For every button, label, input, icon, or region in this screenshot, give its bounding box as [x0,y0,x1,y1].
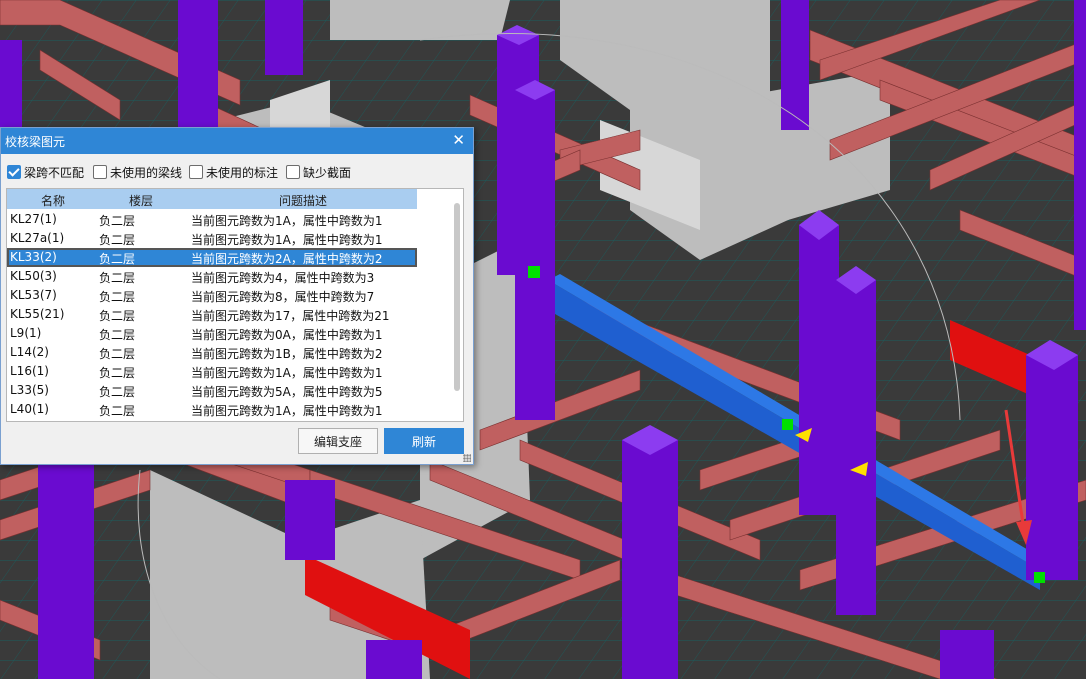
list-row[interactable]: L14(2) 负二层 当前图元跨数为1B，属性中跨数为2 [7,343,417,362]
row-floor: 负二层 [99,309,136,323]
option-label: 未使用的标注 [206,166,279,180]
row-description: 当前图元跨数为17，属性中跨数为21 [191,309,390,323]
row-name: KL33(2) [10,250,57,264]
list-header: 名称 楼层 问题描述 [7,189,417,209]
column-header-floor[interactable]: 楼层 [129,192,153,209]
row-name: KL53(7) [10,288,57,302]
row-floor: 负二层 [99,271,136,285]
list-row[interactable]: KL53(7) 负二层 当前图元跨数为8，属性中跨数为7 [7,286,417,305]
checkbox-missing-section[interactable] [286,165,300,179]
row-description: 当前图元跨数为4，属性中跨数为3 [191,271,375,285]
refresh-button[interactable]: 刷新 [384,428,464,454]
list-row[interactable]: KL27a(1) 负二层 当前图元跨数为1A，属性中跨数为1 [7,229,417,248]
row-description: 当前图元跨数为0A，属性中跨数为1 [191,328,383,342]
row-description: 当前图元跨数为1B，属性中跨数为2 [191,347,383,361]
row-description: 当前图元跨数为1A，属性中跨数为1 [191,404,383,418]
row-floor: 负二层 [99,366,136,380]
list-row[interactable]: L33(5) 负二层 当前图元跨数为5A，属性中跨数为5 [7,381,417,400]
row-description: 当前图元跨数为1A，属性中跨数为1 [191,233,383,247]
row-description: 当前图元跨数为8，属性中跨数为7 [191,290,375,304]
row-name: KL27(1) [10,212,57,226]
row-floor: 负二层 [99,347,136,361]
list-row[interactable]: L9(1) 负二层 当前图元跨数为0A，属性中跨数为1 [7,324,417,343]
row-name: KL50(3) [10,269,57,283]
list-row[interactable]: L16(1) 负二层 当前图元跨数为1A，属性中跨数为1 [7,362,417,381]
row-description: 当前图元跨数为2A，属性中跨数为2 [191,252,383,266]
row-floor: 负二层 [99,290,136,304]
row-description: 当前图元跨数为1A，属性中跨数为1 [191,366,383,380]
row-description: 当前图元跨数为5A，属性中跨数为5 [191,385,383,399]
checkbox-unused-beam-line[interactable] [93,165,107,179]
row-name: L33(5) [10,383,49,397]
checkbox-span-mismatch[interactable] [7,165,21,179]
check-beam-dialog: 校核梁图元 ✕ 梁跨不匹配 未使用的梁线 未使用的标注 缺少截面 名称 楼层 问… [0,127,474,465]
issue-list[interactable]: 名称 楼层 问题描述 KL27(1) 负二层 当前图元跨数为1A，属性中跨数为1… [6,188,464,422]
row-floor: 负二层 [99,328,136,342]
row-name: KL27a(1) [10,231,65,245]
option-label: 缺少截面 [303,166,352,180]
option-label: 梁跨不匹配 [24,166,85,180]
row-floor: 负二层 [99,214,136,228]
list-row-selected[interactable]: KL33(2) 负二层 当前图元跨数为2A，属性中跨数为2 [7,248,417,267]
list-row[interactable]: KL27(1) 负二层 当前图元跨数为1A，属性中跨数为1 [7,210,417,229]
edit-support-button[interactable]: 编辑支座 [298,428,378,454]
row-description: 当前图元跨数为1A，属性中跨数为1 [191,214,383,228]
resize-grip-icon[interactable] [463,454,471,462]
list-row[interactable]: KL55(21) 负二层 当前图元跨数为17，属性中跨数为21 [7,305,417,324]
list-row[interactable]: KL50(3) 负二层 当前图元跨数为4，属性中跨数为3 [7,267,417,286]
checkbox-unused-annotation[interactable] [189,165,203,179]
list-row[interactable]: L40(1) 负二层 当前图元跨数为1A，属性中跨数为1 [7,400,417,419]
row-floor: 负二层 [99,233,136,247]
close-icon[interactable]: ✕ [452,131,465,149]
option-label: 未使用的梁线 [110,166,183,180]
row-name: L16(1) [10,364,49,378]
dialog-titlebar[interactable]: 校核梁图元 ✕ [1,128,473,154]
row-name: L40(1) [10,402,49,416]
row-name: KL55(21) [10,307,65,321]
column-header-name[interactable]: 名称 [41,192,65,209]
row-floor: 负二层 [99,252,136,266]
row-name: L14(2) [10,345,49,359]
row-name: L9(1) [10,326,42,340]
list-scrollbar[interactable] [454,203,460,391]
column-header-description[interactable]: 问题描述 [279,192,327,209]
dialog-title: 校核梁图元 [5,135,66,149]
row-floor: 负二层 [99,404,136,418]
row-floor: 负二层 [99,385,136,399]
